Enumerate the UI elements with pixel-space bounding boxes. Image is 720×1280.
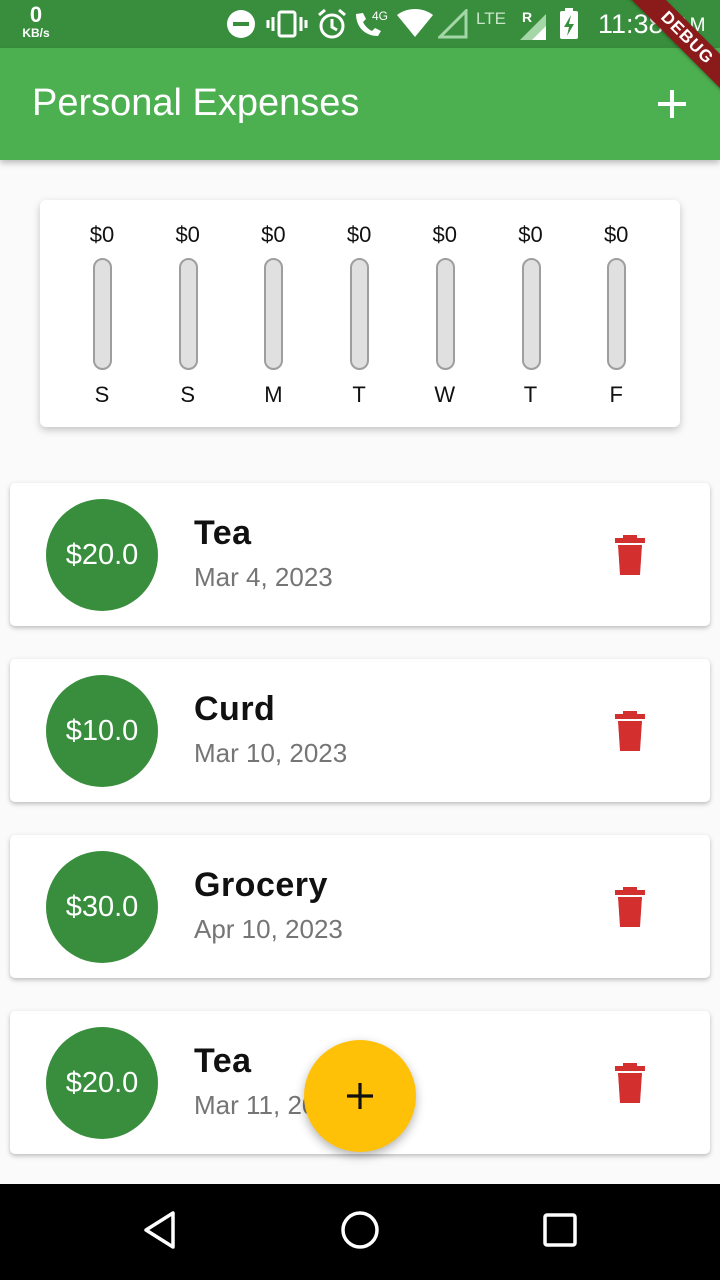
clock-time: 11:38: [598, 9, 664, 39]
alarm-icon: [318, 8, 346, 39]
transaction-amount-avatar: $20.0: [46, 1027, 158, 1139]
chart-bar-track: [350, 258, 370, 370]
transaction-amount-avatar: $20.0: [46, 499, 158, 611]
chart-bar-amount: $0: [89, 222, 115, 247]
trash-icon: [615, 535, 645, 575]
transaction-amount-avatar: $10.0: [46, 675, 158, 787]
weekly-chart-card: $0 S $0 S $0 M $0 T $0 W $0 T $0 F: [40, 200, 680, 427]
chart-bar-day: S: [180, 382, 196, 407]
chart-bar-track: [264, 258, 284, 370]
lte-label: LTE: [476, 9, 506, 28]
delete-transaction-button[interactable]: [610, 1061, 650, 1105]
transaction-title: Tea: [194, 1042, 252, 1080]
app-bar: Personal Expenses: [0, 48, 720, 160]
chart-bar-amount: $0: [175, 222, 200, 247]
chart-bar-day: S: [94, 382, 110, 407]
chart-bar-day: T: [352, 382, 366, 407]
delete-transaction-button[interactable]: [610, 533, 650, 577]
cell-signal-empty-icon: [438, 9, 468, 39]
trash-icon: [615, 1063, 645, 1103]
delete-transaction-button[interactable]: [610, 709, 650, 753]
system-nav-bar: [0, 1184, 720, 1280]
chart-bar-amount: $0: [603, 222, 629, 247]
clock-ampm: AM: [677, 15, 706, 36]
chart-bar-track: [93, 258, 112, 370]
nav-back-button[interactable]: [130, 1204, 190, 1260]
status-bar: 0 KB/s 4G LTE R 11:38 AM: [0, 0, 720, 48]
add-transaction-fab[interactable]: [304, 1040, 416, 1152]
transaction-amount-avatar: $30.0: [46, 851, 158, 963]
chart-bar-track: [521, 258, 541, 370]
wifi-icon: [397, 9, 433, 37]
transaction-date: Mar 4, 2023: [194, 562, 333, 592]
delete-transaction-button[interactable]: [610, 885, 650, 929]
add-transaction-button[interactable]: [646, 78, 698, 130]
back-triangle-icon: [144, 1211, 175, 1249]
chart-bar-day: F: [609, 382, 623, 407]
vibrate-icon: [266, 10, 308, 38]
network-speed-value: 0: [29, 2, 43, 27]
chart-bar-amount: $0: [261, 222, 286, 247]
transaction-card[interactable]: $20.0 Tea Mar 4, 2023: [10, 483, 710, 626]
recents-square-icon: [543, 1213, 577, 1247]
trash-icon: [615, 711, 645, 751]
nav-recents-button[interactable]: [530, 1204, 590, 1260]
wifi-calling-icon: 4G: [356, 9, 388, 36]
chart-bar-track: [607, 258, 627, 370]
transaction-date: Apr 10, 2023: [194, 914, 343, 944]
plus-icon: [658, 90, 686, 118]
chart-bar-amount: $0: [346, 222, 372, 247]
chart-bar-day: T: [523, 382, 538, 407]
network-speed: 0 KB/s: [18, 2, 54, 40]
transaction-date: Mar 10, 2023: [194, 738, 348, 768]
battery-charging-icon: [560, 8, 578, 39]
lte-signal-icon: LTE R: [476, 9, 546, 40]
plus-icon: [347, 1083, 373, 1109]
network-type-label: 4G: [372, 9, 388, 23]
nav-home-button[interactable]: [330, 1204, 390, 1260]
transaction-title: Tea: [194, 514, 252, 552]
chart-bar-amount: $0: [432, 222, 458, 247]
network-speed-unit: KB/s: [22, 26, 50, 40]
transaction-card[interactable]: $10.0 Curd Mar 10, 2023: [10, 659, 710, 802]
chart-bar-day: W: [434, 382, 456, 407]
app-title: Personal Expenses: [32, 82, 360, 124]
chart-bar-amount: $0: [518, 222, 543, 247]
transaction-card[interactable]: $30.0 Grocery Apr 10, 2023: [10, 835, 710, 978]
do-not-disturb-icon: [227, 10, 255, 38]
transaction-title: Curd: [194, 690, 276, 728]
chart-bar-day: M: [264, 382, 283, 407]
transaction-title: Grocery: [194, 866, 328, 904]
chart-bar-track: [178, 258, 198, 370]
roaming-label: R: [522, 9, 532, 25]
status-icons: 4G LTE R: [226, 8, 580, 40]
chart-bar-track: [435, 258, 455, 370]
home-circle-icon: [341, 1211, 379, 1249]
trash-icon: [615, 887, 645, 927]
